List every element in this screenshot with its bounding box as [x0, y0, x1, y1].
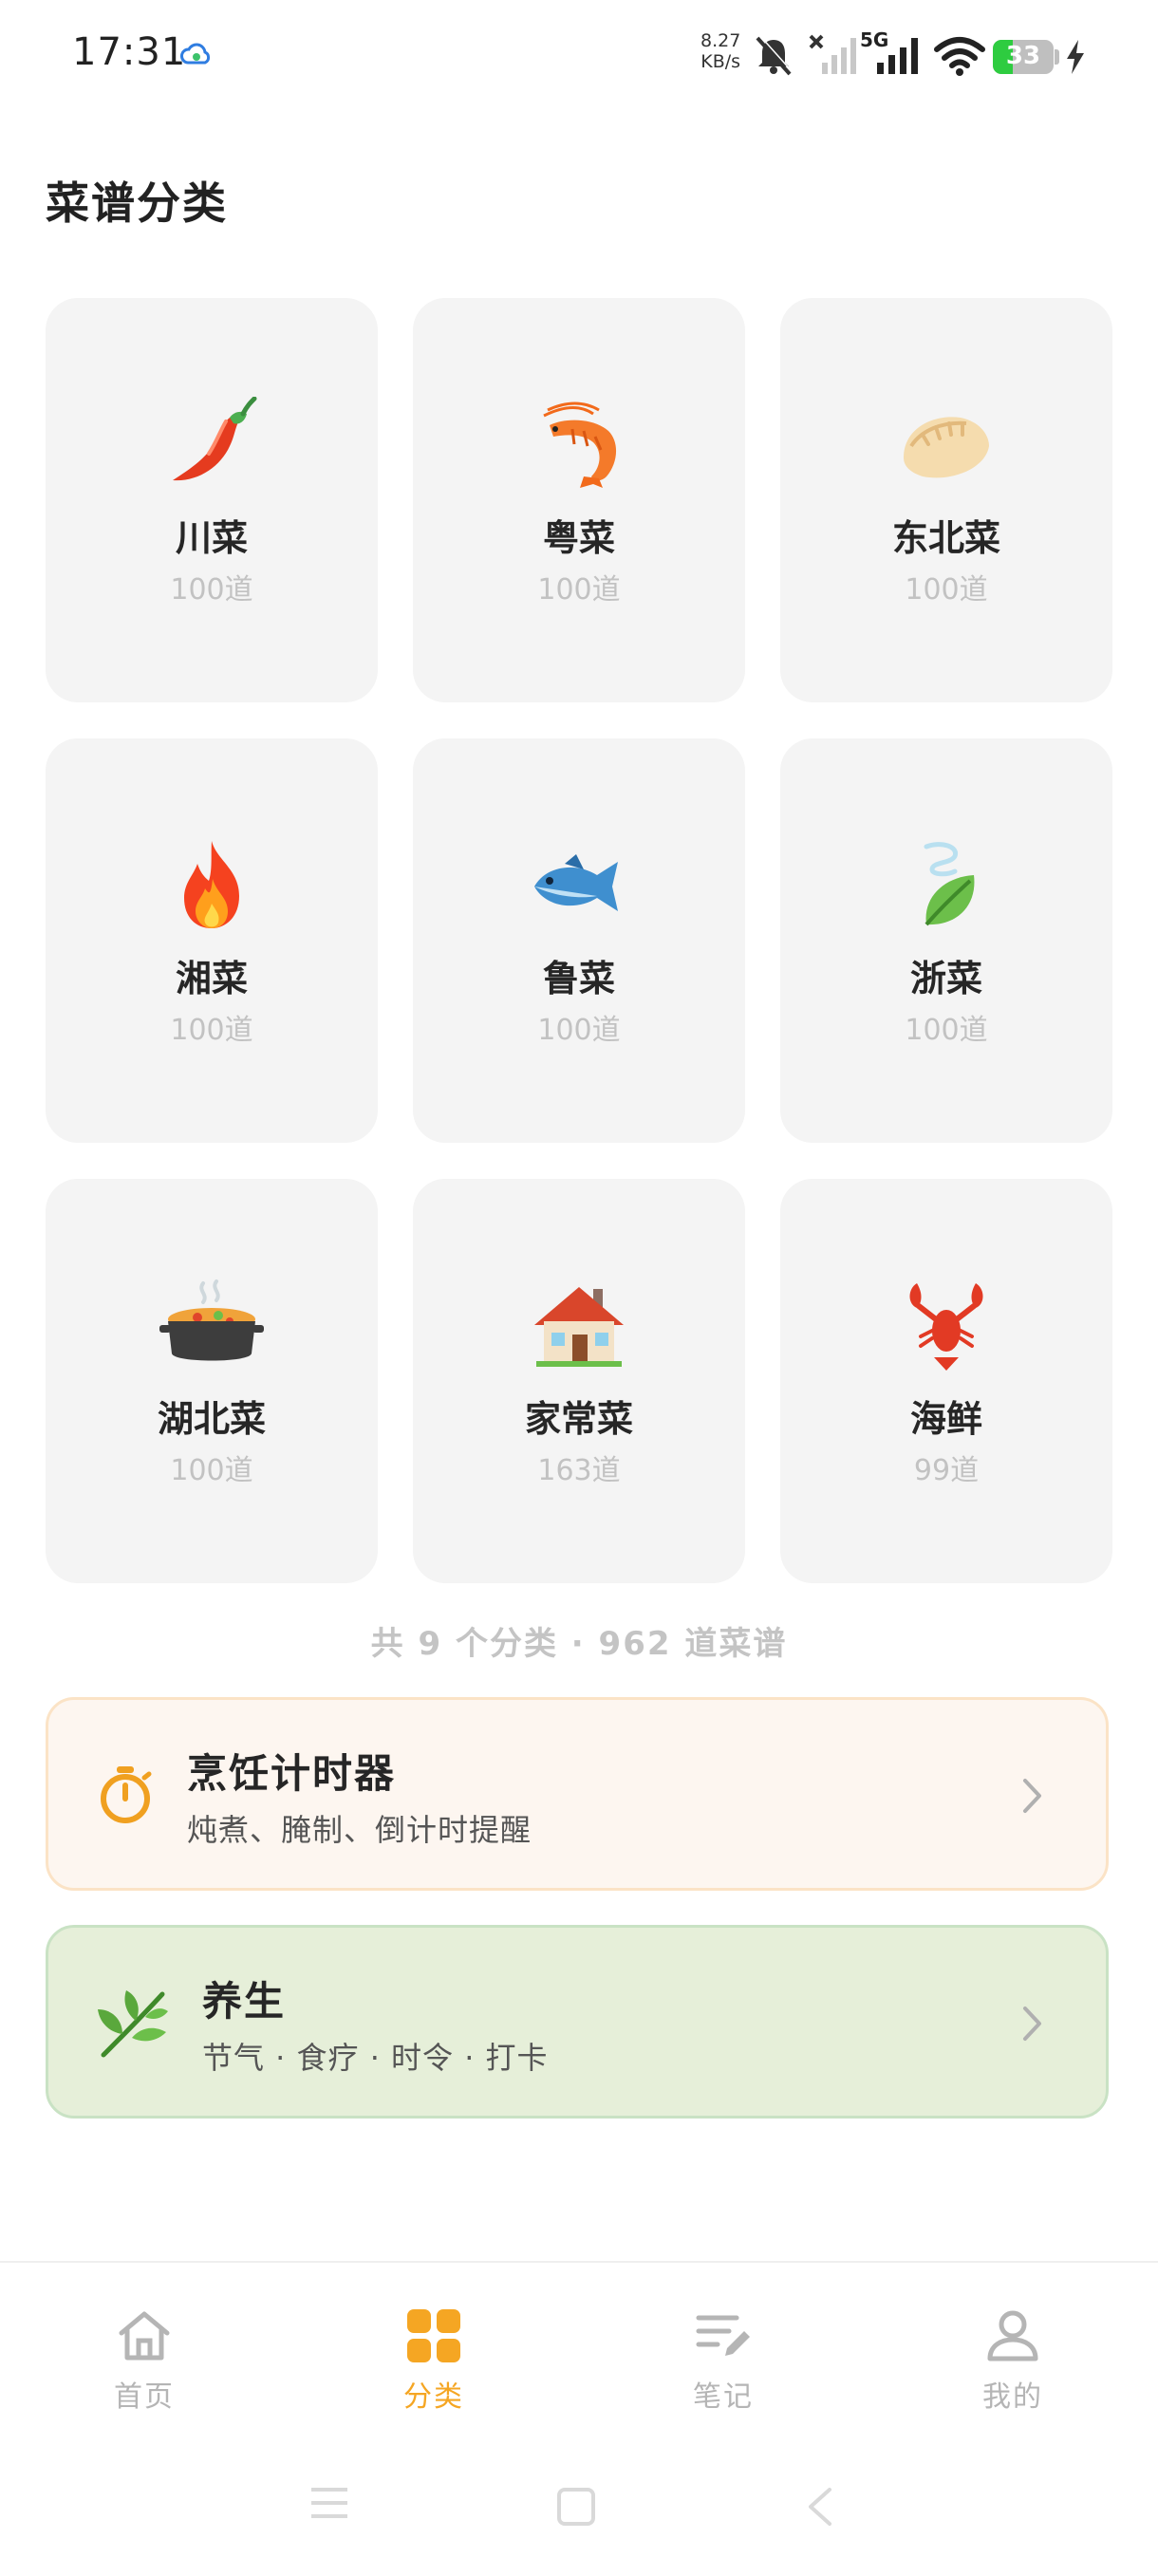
category-name: 湖北菜 — [157, 1398, 266, 1440]
category-count: 99道 — [913, 1454, 980, 1487]
fire-icon — [184, 841, 239, 928]
bottom-navigation: 首页 分类 笔记 我的 — [0, 2261, 1158, 2576]
health-subtitle: 节气 · 食疗 · 时令 · 打卡 — [202, 2040, 549, 2076]
nav-category[interactable]: 分类 — [339, 2306, 529, 2415]
status-time: 17:31 — [72, 30, 187, 74]
category-count: 163道 — [537, 1454, 621, 1487]
status-bar: 17:31 8.27 KB/s 5G 33 — [0, 0, 1158, 114]
category-name: 川菜 — [175, 517, 248, 559]
category-name: 东北菜 — [891, 517, 1000, 559]
cooking-timer-card[interactable]: 烹饪计时器 炖煮、腌制、倒计时提醒 — [46, 1697, 1109, 1891]
home-icon — [119, 2311, 170, 2361]
category-name: 海鲜 — [909, 1398, 982, 1440]
wifi-icon — [934, 37, 985, 76]
system-menu-icon[interactable] — [309, 2487, 349, 2519]
category-card-chuan[interactable]: 川菜 100道 — [46, 298, 378, 702]
category-name: 湘菜 — [175, 958, 248, 999]
network-speed-unit: KB/s — [700, 51, 741, 72]
chili-pepper-icon — [173, 397, 257, 481]
cloud-sync-icon — [180, 43, 211, 65]
category-name: 家常菜 — [524, 1398, 633, 1440]
nav-label: 分类 — [403, 2380, 464, 2414]
network-speed-value: 8.27 — [700, 30, 741, 51]
house-icon — [534, 1287, 624, 1367]
category-name: 鲁菜 — [542, 958, 615, 999]
leaf-wind-icon — [924, 842, 975, 926]
category-card-zhe[interactable]: 浙菜 100道 — [780, 738, 1112, 1143]
nav-profile[interactable]: 我的 — [918, 2306, 1108, 2415]
stopwatch-icon — [101, 1766, 152, 1823]
system-back-icon[interactable] — [805, 2487, 833, 2527]
category-card-xiang[interactable]: 湘菜 100道 — [46, 738, 378, 1143]
category-card-seafood[interactable]: 海鲜 99道 — [780, 1179, 1112, 1583]
category-card-yue[interactable]: 粤菜 100道 — [413, 298, 745, 702]
cooking-timer-title: 烹饪计时器 — [187, 1750, 397, 1797]
category-count: 100道 — [170, 1454, 253, 1487]
category-card-homestyle[interactable]: 家常菜 163道 — [413, 1179, 745, 1583]
nav-label: 我的 — [982, 2380, 1043, 2414]
herb-icon — [98, 1990, 168, 2058]
category-card-hubei[interactable]: 湖北菜 100道 — [46, 1179, 378, 1583]
battery-cap — [1055, 49, 1059, 65]
pot-of-food-icon — [159, 1279, 264, 1361]
dumpling-icon — [904, 417, 989, 478]
signal-no-sim-icon — [809, 34, 856, 74]
category-count: 100道 — [537, 573, 621, 607]
fish-icon — [534, 854, 618, 911]
signal-strength-icon — [877, 38, 918, 74]
network-speed: 8.27 KB/s — [700, 30, 740, 72]
category-name: 浙菜 — [909, 958, 982, 999]
nav-notes[interactable]: 笔记 — [628, 2306, 818, 2415]
profile-icon — [987, 2310, 1038, 2361]
nav-label: 首页 — [114, 2380, 175, 2414]
category-card-dongbei[interactable]: 东北菜 100道 — [780, 298, 1112, 702]
shrimp-icon — [543, 401, 617, 488]
charging-bolt-icon — [1067, 40, 1084, 74]
notes-icon — [696, 2315, 750, 2356]
page-title: 菜谱分类 — [46, 177, 228, 229]
health-title: 养生 — [202, 1978, 287, 2025]
category-count: 100道 — [905, 1014, 988, 1047]
battery-indicator: 33 — [993, 40, 1054, 74]
bell-muted-icon — [756, 35, 794, 76]
chevron-right-icon — [1023, 2007, 1041, 2041]
chevron-right-icon — [1023, 1779, 1041, 1813]
category-count: 100道 — [170, 573, 253, 607]
grid-icon — [407, 2309, 460, 2362]
nav-label: 笔记 — [693, 2380, 754, 2414]
health-card[interactable]: 养生 节气 · 食疗 · 时令 · 打卡 — [46, 1925, 1109, 2119]
category-name: 粤菜 — [542, 517, 615, 559]
battery-percent: 33 — [1005, 42, 1041, 70]
system-home-icon[interactable] — [556, 2487, 596, 2527]
cooking-timer-subtitle: 炖煮、腌制、倒计时提醒 — [187, 1812, 532, 1848]
category-count: 100道 — [905, 573, 988, 607]
category-card-lu[interactable]: 鲁菜 100道 — [413, 738, 745, 1143]
category-count: 100道 — [537, 1014, 621, 1047]
category-count: 100道 — [170, 1014, 253, 1047]
lobster-icon — [909, 1283, 983, 1371]
category-summary: 共 9 个分类 · 962 道菜谱 — [370, 1625, 788, 1663]
nav-home[interactable]: 首页 — [49, 2306, 239, 2415]
